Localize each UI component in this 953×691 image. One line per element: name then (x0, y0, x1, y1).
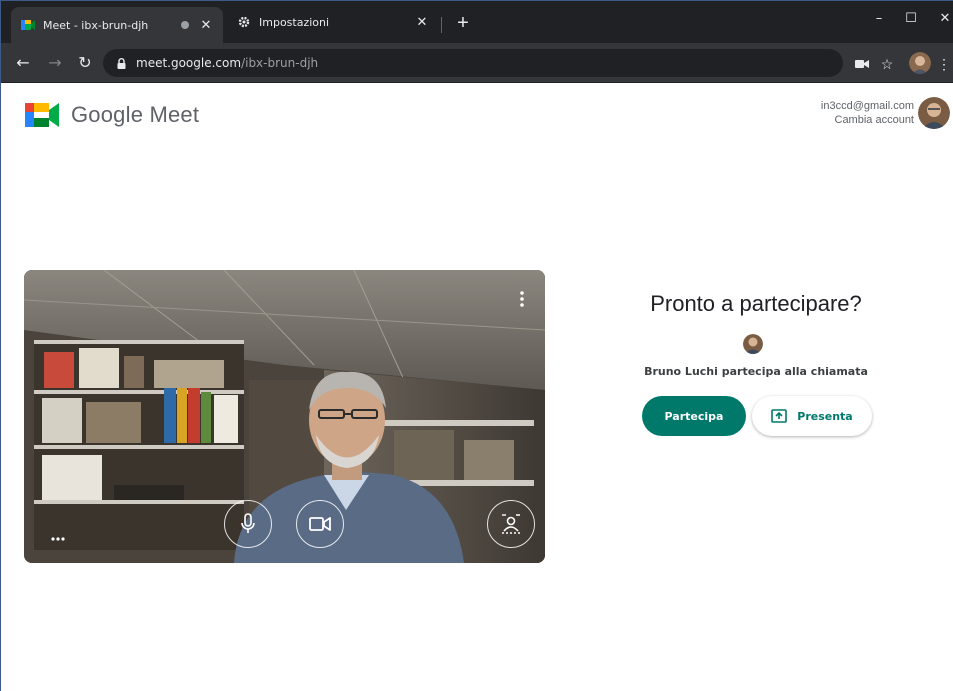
lock-icon (117, 57, 126, 69)
camera-feed-image (24, 270, 545, 563)
back-arrow-icon[interactable]: ← (13, 54, 33, 74)
meet-page: Google Meet in3ccd@gmail.com Cambia acco… (1, 83, 953, 691)
profile-avatar-icon[interactable] (909, 52, 931, 74)
tab-title: Meet - ibx-brun-djh (43, 18, 149, 32)
brand-name: Google Meet (71, 102, 200, 127)
tab-title: Impostazioni (259, 15, 330, 29)
minimize-icon[interactable]: – (869, 11, 889, 26)
join-button[interactable]: Partecipa (642, 396, 746, 436)
recording-indicator-icon (181, 21, 189, 29)
account-avatar[interactable] (918, 97, 950, 129)
forward-arrow-icon[interactable]: → (45, 54, 65, 74)
background-effects-icon (502, 514, 520, 534)
account-email: in3ccd@gmail.com (820, 100, 914, 112)
close-tab-icon[interactable]: ✕ (415, 15, 429, 30)
menu-kebab-icon[interactable]: ⋮ (935, 55, 953, 73)
camera-in-use-icon[interactable] (853, 55, 871, 73)
present-label: Presenta (797, 409, 853, 423)
tab-settings[interactable]: Impostazioni ✕ (227, 7, 439, 37)
close-tab-icon[interactable]: ✕ (199, 18, 213, 33)
participants-status: Bruno Luchi partecipa alla chiamata (644, 365, 868, 378)
new-tab-button[interactable]: + (452, 12, 474, 34)
address-path: /ibx-brun-djh (241, 56, 319, 70)
camera-preview (24, 270, 545, 563)
present-screen-icon (771, 409, 788, 423)
more-horizontal-icon[interactable] (51, 537, 65, 541)
address-bar[interactable]: meet.google.com/ibx-brun-djh (103, 49, 843, 77)
meet-icon (21, 18, 35, 32)
ready-heading: Pronto a partecipare? (650, 291, 862, 316)
close-window-icon[interactable]: ✕ (935, 11, 953, 26)
bookmark-star-icon[interactable]: ☆ (878, 55, 896, 73)
address-host: meet.google.com (136, 56, 242, 70)
microphone-toggle-button[interactable] (224, 500, 272, 548)
reload-icon[interactable]: ↻ (75, 54, 95, 74)
tab-separator (441, 17, 442, 33)
microphone-icon (241, 513, 255, 533)
maximize-icon[interactable]: ☐ (901, 11, 921, 26)
switch-account-link[interactable]: Cambia account (821, 113, 915, 127)
visual-effects-button[interactable] (487, 500, 535, 548)
browser-toolbar: ← → ↻ meet.google.com/ibx-brun-djh ☆ ⋮ (1, 43, 953, 83)
google-meet-logo-icon (25, 103, 59, 127)
more-options-icon[interactable] (519, 290, 525, 308)
participant-avatar (743, 334, 763, 354)
brand: Google Meet (25, 101, 199, 129)
account-info: in3ccd@gmail.com Cambia account (821, 99, 914, 127)
gear-icon (237, 15, 251, 29)
browser-window: Meet - ibx-brun-djh ✕ Impostazioni ✕ + –… (0, 0, 953, 691)
camera-icon (309, 517, 331, 531)
present-button[interactable]: Presenta (752, 396, 872, 436)
tab-meet[interactable]: Meet - ibx-brun-djh ✕ (11, 7, 223, 43)
camera-toggle-button[interactable] (296, 500, 344, 548)
tab-strip: Meet - ibx-brun-djh ✕ Impostazioni ✕ + –… (1, 1, 953, 43)
